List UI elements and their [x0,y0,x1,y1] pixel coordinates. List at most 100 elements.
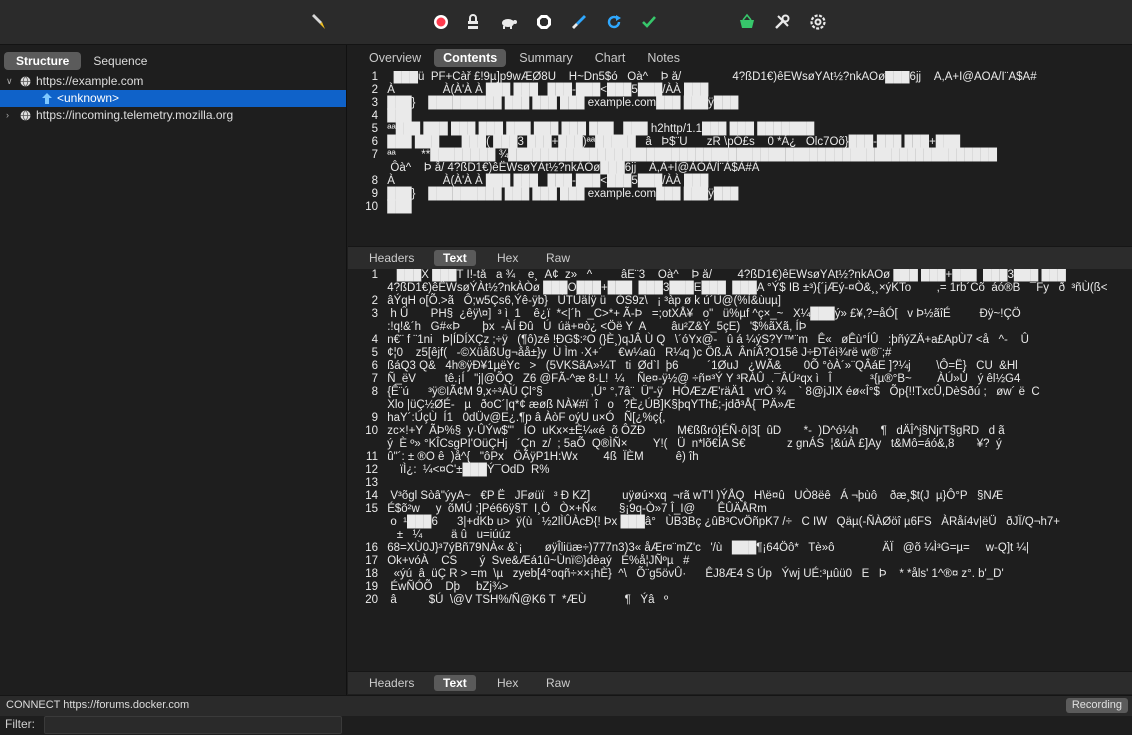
response-text-lines: 1 ███X ███T Ï!-tå a ¾ e¸ Â¢ z» ^ âÈ¨3 Ôà… [348,269,1132,607]
text-line: 4 n€¨ f ¨1ni Þ|ÍDÍXÇz ;÷ÿ (¶ô)zê !ÐG$:²O… [348,334,1132,347]
line-text: 4?ßD1€)êËWsøÝÀt½?nkÀÒø ███O███+███ ███3█… [384,282,1108,294]
line-text: ███} █████████ ███ ███ ███ example.com██… [384,188,739,200]
tab-notes[interactable]: Notes [638,49,689,67]
record-icon[interactable] [429,10,453,34]
text-line: 7 Ñ_ëV tê.¡Í "j|@ÕQ Z6 @FÃ-^æ 8·L! ¼ Ñe¤… [348,373,1132,386]
tab-request-raw[interactable]: Raw [537,250,579,266]
tab-contents[interactable]: Contents [434,49,507,67]
check-icon[interactable] [637,10,661,34]
text-line: 17 Ok+vóÀ CS ý Sve&Æá1û~Ùnï©}dèaý É%å¦JÑ… [348,555,1132,568]
line-text: n€¨ f ¨1ni Þ|ÍDÍXÇz ;÷ÿ (¶ô)zê !ÐG$:²O (… [384,334,1029,346]
line-text: V³õgl Sòâ"ýyA~ €P Ë JFøüï ³ Ð KZ] uÿøú×x… [384,490,1004,502]
turtle-icon[interactable] [497,10,521,34]
globe-icon [20,76,31,87]
line-text: ý È º» °KÎCsgPI'OüÇHj ´Çn z/ ; 5aÕ Q®ÌÑ×… [384,438,1002,450]
line-text: Ok+vóÀ CS ý Sve&Æá1û~Ùnï©}dèaý É%å¦JÑºµ … [384,555,690,567]
host-tree: ∨ https://example.com <unknown> › https:… [0,73,346,124]
tab-response-text[interactable]: Text [434,675,476,691]
line-text: Ôà^ Þ å/ 4?ßD1€)êËWsøÝÀt½?nkÀÒø███6jj À,… [384,162,760,174]
recording-badge[interactable]: Recording [1065,698,1128,713]
line-number: 3 [371,97,378,109]
line-text: À À(À'À À ███ ███ ███-███<███5███/ÀÀ ███ [384,175,709,187]
line-text: âÝqH o[Õ.>ã Ô;w5Çs6,Ýê-ÿb} ÙTÚäÌÿ ü ÒS9z… [384,295,781,307]
text-line: 8 À À(À'À À ███ ███ ███-███<███5███/ÀÀ █… [348,175,1132,188]
tab-sequence[interactable]: Sequence [81,52,159,70]
line-number: 14 [365,490,378,502]
line-text: :!q!&´h G#«Þ þx -ÀÍ Ðû Ú úä+¤ò¿ <Öë Y A … [384,321,807,333]
line-number: 5 [371,347,378,359]
tree-item-example-com[interactable]: ∨ https://example.com [0,73,346,90]
tab-overview[interactable]: Overview [360,49,430,67]
filter-bar: Filter: [0,713,346,735]
line-text: ███ [384,201,412,213]
line-number: 4 [371,334,378,346]
line-number: 9 [371,412,378,424]
text-line: 13 [348,477,1132,490]
tab-request-text[interactable]: Text [434,250,476,266]
text-line: 12 ïÌ¿: ¼<¤C'±███Ý¯OdD R% [348,464,1132,477]
tab-response-hex[interactable]: Hex [488,675,527,691]
line-text: zc×!+Y ÃÞ%§ y·ÛÝw$"' ÍO uKx×±È¼«é õ ÔZÐ … [384,425,1005,437]
pen-icon[interactable] [306,10,330,34]
text-line: ± ¼ ä û u=iúúz [348,529,1132,542]
text-line: 11 û"´: ± ®O ê )å^{ "ôPx ÖÃÿP1H:Wx 4ß ÏÈ… [348,451,1132,464]
line-number: 9 [371,188,378,200]
gear-icon[interactable] [806,10,830,34]
tab-request-headers[interactable]: Headers [360,250,423,266]
tab-response-headers[interactable]: Headers [360,675,423,691]
detail-tabs: Overview Contents Summary Chart Notes [348,49,693,69]
text-line: o ¹███6 3|+dKb u> ÿ(ù ½2lÌÛÀcÐ{! Þx ███â… [348,516,1132,529]
tree-item-unknown[interactable]: <unknown> [0,90,346,107]
text-line: 5 ªª███ ███ ███ ███ ███ ███ ███ ███ ███ … [348,123,1132,136]
tree-item-label: <unknown> [57,91,120,105]
line-text: ªª **████████ ¾█████████████████████████… [384,149,998,161]
tab-response-raw[interactable]: Raw [537,675,579,691]
tab-summary[interactable]: Summary [510,49,581,67]
globe-icon [20,110,31,121]
line-number: 3 [371,308,378,320]
stop-icon[interactable] [532,10,556,34]
reload-icon[interactable] [602,10,626,34]
tree-item-telemetry[interactable]: › https://incoming.telemetry.mozilla.org [0,107,346,124]
detail-panel: Overview Contents Summary Chart Notes 1 … [348,45,1132,695]
text-line: 8 {Ê¨ú ³ÿ©IÃ¢M 9,x÷³ÀÚ Çl°§ ,Ú° °,7â¨ Ü"… [348,386,1132,399]
tab-chart[interactable]: Chart [586,49,635,67]
line-text: ÉwÑÓÕ Dþ bZj¾> [384,581,509,593]
text-line: 19 ÉwÑÓÕ Dþ bZj¾> [348,581,1132,594]
text-line: 20 â $Ú \@V TSH%/Ñ@K6 T *ÆÙ ¶ Ýâ º [348,594,1132,607]
basket-icon[interactable] [735,10,759,34]
text-line: 9 haY´:ÚçÙ Í1 0dÜv@E¿.¶p â ÀòF oýU u×Ó Ñ… [348,412,1132,425]
line-number: 16 [365,542,378,554]
tools-icon[interactable] [770,10,794,34]
chevron-down-icon[interactable]: ∨ [6,73,13,90]
view-mode-segmented-control: Structure Sequence [4,52,159,70]
filter-input[interactable] [44,716,342,734]
text-line: 3 h Û PH§ ¿êÿ\¤] ³ ì 1 ê¿ï *<|´h _C>*+ Ã… [348,308,1132,321]
text-line: :!q!&´h G#«Þ þx -ÀÍ Ðû Ú úä+¤ò¿ <Öë Y A … [348,321,1132,334]
line-text: É$õ²w y õMÚ ;]Pé66ÿ§T I¸Ö Ò×+Ñ« §¡9q-Ò»7… [384,503,767,515]
line-text: ███} █████████ ███ ███ ███ example.com██… [384,97,739,109]
line-number: 10 [365,201,378,213]
line-number: 7 [371,149,378,161]
tab-request-hex[interactable]: Hex [488,250,527,266]
line-text: ███ ███ ███( ███3 ███+███)ªª█████ â Þ$¨U… [384,136,961,148]
lock-icon[interactable] [461,10,485,34]
line-text: ███ [384,110,412,122]
text-line: 6 ███ ███ ███( ███3 ███+███)ªª█████ â Þ$… [348,136,1132,149]
request-subtabs: Headers Text Hex Raw [348,246,1132,269]
line-number: 6 [371,136,378,148]
line-text: o ¹███6 3|+dKb u> ÿ(ù ½2lÌÛÀcÐ{! Þx ███â… [384,516,1060,528]
brush-icon[interactable] [567,10,591,34]
chevron-right-icon[interactable]: › [6,107,9,124]
response-body-pane: 1 ███X ███T Ï!-tå a ¾ e¸ Â¢ z» ^ âÈ¨3 Ôà… [348,269,1132,669]
line-text: ███ü PF+Càř £!9µ]p9wÆØ8Ü H~Dn5$ó Ôà^ Þ å… [384,71,1037,83]
line-text: ± ¼ ä û u=iúúz [384,529,511,541]
line-text: ¢¦0 z5[êjf( -©XüåßUg¬åå±}y Ù Ìm ·X+´ €w¼… [384,347,892,359]
text-line: 16 68=XÙ0J}³7ýBñ79NÀ« &`¡ øÿÎliüæ÷)777n3… [348,542,1132,555]
text-line: 3 ███} █████████ ███ ███ ███ example.com… [348,97,1132,110]
text-line: 15 É$õ²w y õMÚ ;]Pé66ÿ§T I¸Ö Ò×+Ñ« §¡9q-… [348,503,1132,516]
text-line: ý È º» °KÎCsgPI'OüÇHj ´Çn z/ ; 5aÕ Q®ÌÑ×… [348,438,1132,451]
line-text: À À(À'À À ███ ███ ███-███<███5███/ÀÀ ███ [384,84,709,96]
tab-structure[interactable]: Structure [4,52,82,70]
text-line: 10 zc×!+Y ÃÞ%§ y·ÛÝw$"' ÍO uKx×±È¼«é õ Ô… [348,425,1132,438]
